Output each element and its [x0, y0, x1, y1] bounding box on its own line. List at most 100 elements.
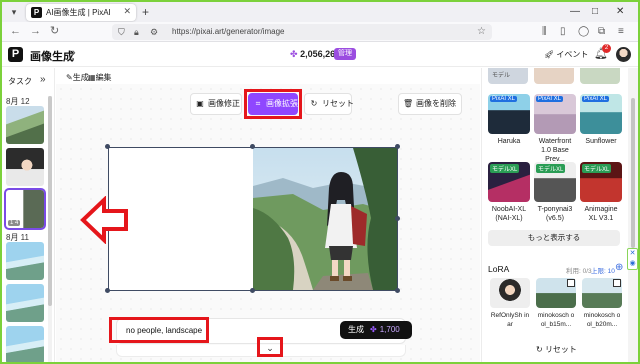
annotation-arrow-left-icon — [80, 196, 128, 244]
tab-edit[interactable]: ▦編集 — [88, 72, 112, 83]
model-card[interactable]: PixAI XL Haruka — [488, 94, 530, 146]
gem-icon: ✤ — [290, 49, 298, 59]
chevron-down-icon[interactable]: ⌄ — [260, 341, 280, 355]
avatar[interactable] — [616, 47, 631, 62]
browser-tab[interactable]: P AI画像生成 | PixAI ✕ — [26, 4, 136, 21]
menu-icon[interactable]: ≡ — [618, 25, 624, 38]
gem-icon: ✤ — [370, 325, 377, 334]
model-thumbnail: PixAI XL — [488, 94, 530, 134]
lora-thumbnail — [536, 278, 576, 308]
reload-icon[interactable]: ↻ — [50, 25, 59, 38]
maximize-button[interactable]: □ — [592, 5, 598, 19]
thumbnail-meta: 1 4 — [8, 220, 21, 226]
forward-arrow-icon[interactable]: → — [30, 25, 41, 38]
lora-thumbnail — [582, 278, 622, 308]
task-thumbnail-selected[interactable]: 1 4 — [4, 188, 46, 230]
address-bar[interactable]: ⛉ 🔒︎ ⚙ https://pixai.art/generator/image… — [112, 24, 492, 40]
source-image — [253, 148, 397, 290]
task-thumbnail[interactable] — [6, 326, 44, 364]
resize-handle[interactable] — [250, 288, 255, 293]
task-thumbnail[interactable] — [6, 284, 44, 322]
task-thumbnail[interactable] — [6, 148, 44, 186]
expanded-area[interactable] — [109, 148, 253, 290]
add-lora-icon[interactable]: ⊕ — [615, 262, 623, 273]
delete-image-button[interactable]: 🗑︎ 画像を削除 — [398, 93, 462, 115]
anime-girl-mountain-image — [253, 148, 397, 290]
lora-title: LoRA — [488, 264, 510, 274]
task-sidebar: タスク » 8月 12 1 4 8月 11 — [2, 68, 55, 364]
tab-list-icon[interactable]: ▾ — [8, 6, 20, 18]
page-title: 画像生成 — [30, 51, 74, 63]
collapse-sidebar-icon[interactable]: » — [40, 74, 46, 85]
outpaint-canvas[interactable] — [105, 144, 400, 293]
prompt-input[interactable]: no people, landscape — [126, 326, 202, 335]
credit-balance: ✤ 2,056,261 — [290, 49, 340, 60]
lora-thumbnail — [490, 278, 530, 308]
model-card[interactable]: PixAI XL Waterfront 1.0 Base Prev... — [534, 94, 576, 164]
model-thumbnail: モデルXL — [580, 162, 622, 202]
close-tab-icon[interactable]: ✕ — [123, 6, 131, 17]
lora-card[interactable]: RefOnlySh inar — [490, 278, 530, 329]
model-card[interactable]: モデルXL NoobAI-XL (NAI-XL) — [488, 162, 530, 223]
permissions-icon[interactable]: ⚙ — [150, 26, 158, 38]
right-scrollbar[interactable] — [628, 68, 638, 362]
inpaint-button[interactable]: ▣ 画像修正 — [190, 93, 242, 115]
reset-icon: ↻ — [536, 345, 543, 354]
model-card[interactable]: PixAI XL Sunflower — [580, 94, 622, 146]
rocket-icon: 🚀︎ — [544, 50, 555, 59]
back-arrow-icon[interactable]: ← — [10, 25, 21, 38]
notification-badge: 2 — [602, 44, 611, 53]
reset-icon: ↻ — [310, 99, 318, 108]
pixai-favicon-icon: P — [31, 7, 42, 18]
resize-handle[interactable] — [395, 288, 400, 293]
resize-handle[interactable] — [105, 144, 110, 149]
sidebar-scrollbar[interactable] — [48, 96, 52, 362]
close-icon[interactable]: ✕ — [630, 250, 636, 257]
remove-lora-checkbox[interactable] — [613, 279, 621, 287]
minimize-button[interactable]: — — [570, 5, 580, 19]
pixai-logo[interactable]: P — [8, 47, 23, 62]
task-thumbnail[interactable] — [6, 242, 44, 280]
url-text[interactable]: https://pixai.art/generator/image — [172, 27, 285, 36]
resize-handle[interactable] — [105, 288, 110, 293]
model-thumbnail: モデルXL — [488, 162, 530, 202]
credits-manage-badge[interactable]: 管理 — [334, 48, 356, 60]
floating-side-widget[interactable]: ✕ ◉ — [627, 248, 638, 270]
event-button[interactable]: 🚀︎ イベント — [540, 47, 592, 62]
browser-tabstrip: ▾ P AI画像生成 | PixAI ✕ + — □ ✕ — [2, 2, 638, 22]
brush-icon: ▣ — [196, 99, 204, 108]
task-thumbnail[interactable] — [6, 106, 44, 144]
remove-lora-checkbox[interactable] — [567, 279, 575, 287]
scrollbar-thumb[interactable] — [48, 96, 52, 306]
model-card-partial[interactable] — [534, 68, 574, 84]
lora-card[interactable]: minokosch ool_b15m... — [536, 278, 576, 329]
reset-button[interactable]: ↻ リセット — [304, 93, 354, 115]
lora-limit: 上限: 10 — [591, 268, 615, 275]
lora-card[interactable]: minokosch ool_b20m... — [582, 278, 622, 329]
resize-handle[interactable] — [395, 144, 400, 149]
scrollbar-thumb[interactable] — [631, 98, 635, 248]
annotation-box — [244, 89, 302, 119]
bookmark-star-icon[interactable]: ☆ — [477, 26, 486, 38]
extensions-icon[interactable]: ⧉ — [598, 25, 605, 38]
library-icon[interactable]: ⫼ — [542, 25, 547, 38]
model-card[interactable]: モデルXL T-ponynai3 (v6.5) — [534, 162, 576, 223]
resize-handle[interactable] — [250, 144, 255, 149]
model-card[interactable]: モデルXL Animagine XL V3.1 — [580, 162, 622, 223]
close-window-button[interactable]: ✕ — [616, 5, 624, 19]
lock-icon[interactable]: 🔒︎ — [134, 26, 139, 38]
generate-button[interactable]: 生成 ✤ 1,700 — [340, 321, 412, 339]
settings-reset-button[interactable]: ↻ リセット — [536, 344, 577, 355]
sidebar-toggle-icon[interactable]: ▯ — [560, 25, 566, 38]
tab-generate[interactable]: ✎生成 — [66, 72, 89, 83]
resize-handle[interactable] — [395, 216, 400, 221]
model-card-partial[interactable]: モデル — [488, 68, 528, 84]
show-more-button[interactable]: もっと表示する — [488, 230, 620, 246]
chevron-right-icon[interactable]: › — [72, 47, 76, 59]
account-icon[interactable]: ◯ — [578, 25, 589, 38]
globe-icon[interactable]: ◉ — [629, 260, 635, 267]
new-tab-button[interactable]: + — [142, 5, 149, 19]
model-card-partial[interactable] — [580, 68, 620, 84]
task-label: タスク — [8, 77, 32, 86]
shield-icon[interactable]: ⛉ — [118, 26, 125, 38]
